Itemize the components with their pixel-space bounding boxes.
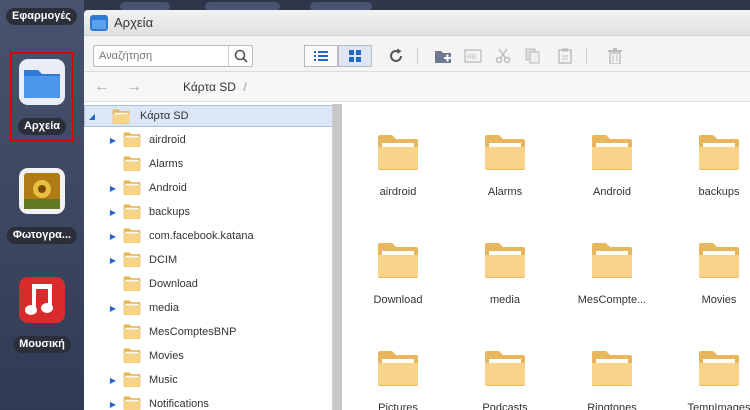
expand-arrow-icon[interactable]: ▶ <box>108 208 118 217</box>
tree-item-label: MesComptesBNP <box>149 326 237 338</box>
folder-icon <box>123 348 141 363</box>
tree-item[interactable]: ▶ Music <box>84 369 332 391</box>
tree-item-label: backups <box>149 206 190 218</box>
folder-icon <box>123 156 141 171</box>
collapse-arrow-icon[interactable]: ◢ <box>87 112 97 121</box>
tree-item[interactable]: ▶ Notifications <box>84 393 332 410</box>
panel-splitter[interactable] <box>333 104 342 410</box>
file-grid-item-label: backups <box>698 186 740 198</box>
tree-item[interactable]: ▶ Android <box>84 177 332 199</box>
folder-icon <box>123 204 141 219</box>
tree-item-label: Android <box>149 182 187 194</box>
expand-arrow-icon[interactable]: ▶ <box>108 232 118 241</box>
tree-item[interactable]: ▶ DCIM <box>84 249 332 271</box>
folder-icon <box>123 228 141 243</box>
tree-item[interactable]: ▶ airdroid <box>84 129 332 151</box>
dock-app-label: Φωτογρα... <box>6 227 78 244</box>
folder-tree: ◢ Κάρτα SD ▶ airdroid Alarms ▶ Android ▶ backups… <box>84 104 333 410</box>
dock-app-label: Αρχεία <box>17 118 67 135</box>
expand-arrow-icon[interactable]: ▶ <box>108 184 118 193</box>
file-grid-item-label: Pictures <box>378 402 418 410</box>
folder-icon <box>378 243 418 278</box>
file-grid-item-label: Ringtones <box>587 402 637 410</box>
folder-icon <box>123 276 141 291</box>
folder-icon <box>123 396 141 410</box>
tree-item[interactable]: Download <box>84 273 332 295</box>
tree-item[interactable]: Movies <box>84 345 332 367</box>
folder-icon <box>485 351 525 386</box>
file-grid-item-label: Alarms <box>487 186 523 198</box>
file-grid-item-label: TempImages <box>687 402 750 410</box>
tree-item-label: Music <box>149 374 178 386</box>
tree-item-label: Notifications <box>149 398 209 410</box>
file-grid-item-label: Android <box>593 186 631 198</box>
folder-icon <box>123 252 141 267</box>
folder-icon <box>123 132 141 147</box>
tree-item-label: airdroid <box>149 134 186 146</box>
file-grid: airdroid Alarms Android backups Download medi… <box>342 104 750 410</box>
folder-icon <box>592 243 632 278</box>
folder-icon <box>592 135 632 170</box>
folder-icon <box>485 135 525 170</box>
file-grid-item-label: Podcasts <box>482 402 528 410</box>
file-grid-item-label: Download <box>373 294 423 306</box>
file-grid-item-label: media <box>490 294 520 306</box>
tree-item[interactable]: ▶ com.facebook.katana <box>84 225 332 247</box>
expand-arrow-icon[interactable]: ▶ <box>108 256 118 265</box>
tree-item-label: media <box>149 302 179 314</box>
expand-arrow-icon[interactable]: ▶ <box>108 400 118 409</box>
tree-item[interactable]: MesComptesBNP <box>84 321 332 343</box>
tree-item-label: Κάρτα SD <box>140 110 189 122</box>
folder-icon <box>123 180 141 195</box>
folder-icon <box>378 135 418 170</box>
folder-icon <box>123 300 141 315</box>
folder-icon <box>592 351 632 386</box>
tree-item[interactable]: ▶ backups <box>84 201 332 223</box>
file-grid-item-label: airdroid <box>379 186 417 198</box>
folder-icon <box>378 351 418 386</box>
tree-item-label: Movies <box>149 350 184 362</box>
app-dock: Εφαρμογές Αρχεία Φωτογρα... Μουσική <box>0 0 84 410</box>
tree-item-label: Alarms <box>149 158 184 170</box>
expand-arrow-icon[interactable]: ▶ <box>108 136 118 145</box>
tree-root[interactable]: ◢ Κάρτα SD <box>84 105 332 127</box>
window-body: ◢ Κάρτα SD ▶ airdroid Alarms ▶ Android ▶ backups… <box>84 10 750 410</box>
apps-heading[interactable]: Εφαρμογές <box>6 8 78 25</box>
folder-icon <box>699 135 739 170</box>
tree-item-label: com.facebook.katana <box>149 230 254 242</box>
folder-icon <box>699 243 739 278</box>
folder-icon <box>19 59 65 105</box>
file-grid-item-label: MesCompte... <box>577 294 647 306</box>
tree-item-label: DCIM <box>149 254 178 266</box>
expand-arrow-icon[interactable]: ▶ <box>108 304 118 313</box>
expand-arrow-icon[interactable]: ▶ <box>108 376 118 385</box>
folder-icon <box>699 351 739 386</box>
music-icon <box>19 277 65 323</box>
folder-icon <box>123 324 141 339</box>
folder-icon <box>112 109 130 124</box>
tree-item[interactable]: Alarms <box>84 153 332 175</box>
file-grid-item-label: Movies <box>701 294 737 306</box>
folder-icon <box>485 243 525 278</box>
dock-app-label: Μουσική <box>13 336 71 353</box>
folder-icon <box>123 372 141 387</box>
tree-item[interactable]: ▶ media <box>84 297 332 319</box>
tree-item-label: Download <box>149 278 198 290</box>
photos-icon <box>19 168 65 214</box>
